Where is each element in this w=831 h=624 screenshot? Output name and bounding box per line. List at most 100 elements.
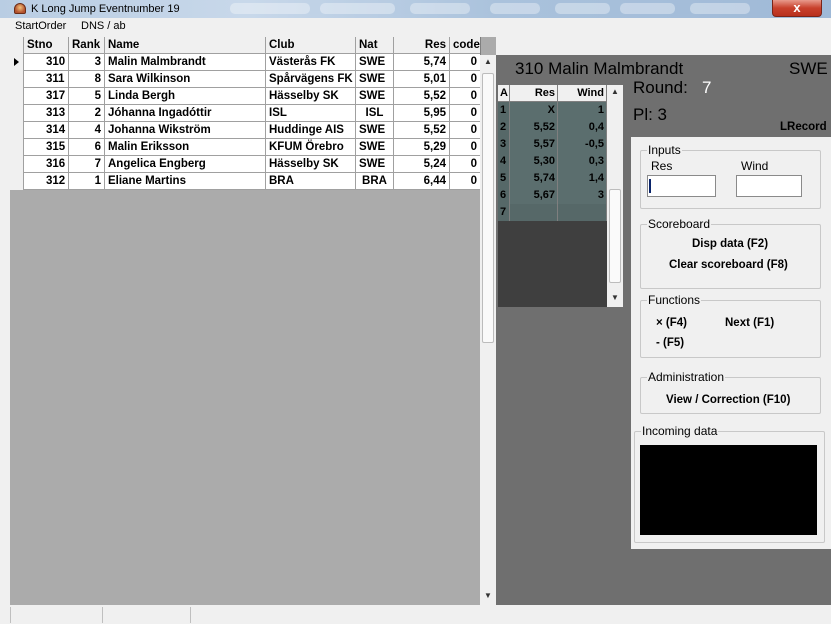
cell-club: BRA <box>266 173 356 190</box>
table-row[interactable]: 317 5 Linda Bergh Hässelby SK SWE 5,52 0 <box>10 88 481 105</box>
cell-name: Jóhanna Ingadóttir <box>105 105 266 122</box>
header-stno[interactable]: Stno <box>24 37 69 54</box>
attempt-wind: 1 <box>558 102 607 119</box>
header-name[interactable]: Name <box>105 37 266 54</box>
row-selector[interactable] <box>10 71 24 88</box>
menu-item-startorder[interactable]: StartOrder <box>15 20 66 32</box>
grid-header-row: Stno Rank Name Club Nat Res code <box>10 37 481 54</box>
cell-club: Västerås FK <box>266 54 356 71</box>
cell-code: 0 <box>450 71 481 88</box>
cell-nat: SWE <box>356 139 394 156</box>
scoreboard-group-label: Scoreboard <box>648 217 711 231</box>
scrollbar-thumb[interactable] <box>609 189 621 283</box>
status-bar <box>0 605 831 624</box>
cell-stno: 314 <box>24 122 69 139</box>
attempt-row[interactable]: 5 5,74 1,4 <box>498 170 607 187</box>
cell-res: 5,52 <box>394 122 450 139</box>
header-rank[interactable]: Rank <box>69 37 105 54</box>
attempt-row[interactable]: 1 X 1 <box>498 102 607 119</box>
close-button[interactable]: x <box>772 0 822 17</box>
cell-name: Johanna Wikström <box>105 122 266 139</box>
view-correction-button[interactable]: View / Correction (F10) <box>666 394 790 406</box>
cell-nat: SWE <box>356 71 394 88</box>
cell-code: 0 <box>450 173 481 190</box>
attempts-grid: A Res Wind 1 X 1 2 5,52 0,4 3 5,57 -0,5 … <box>498 85 623 307</box>
cell-code: 0 <box>450 156 481 173</box>
row-selector[interactable] <box>10 156 24 173</box>
row-selector[interactable] <box>10 122 24 139</box>
cell-nat: SWE <box>356 88 394 105</box>
cell-club: Spårvägens FK <box>266 71 356 88</box>
attempt-number: 1 <box>498 102 510 119</box>
title-blur-region <box>555 3 610 14</box>
next-button[interactable]: Next (F1) <box>725 317 774 329</box>
attempts-scrollbar[interactable]: ▲ ▼ <box>607 85 623 307</box>
cell-club: Hässelby SK <box>266 88 356 105</box>
attempt-row[interactable]: 4 5,30 0,3 <box>498 153 607 170</box>
attempt-row[interactable]: 6 5,67 3 <box>498 187 607 204</box>
scrollbar-thumb[interactable] <box>482 73 494 343</box>
close-icon: x <box>793 0 801 15</box>
attempt-wind: 1,4 <box>558 170 607 187</box>
attempt-number: 5 <box>498 170 510 187</box>
wind-input[interactable] <box>736 175 802 197</box>
place-label: Pl: 3 <box>633 105 668 124</box>
attempt-wind: 3 <box>558 187 607 204</box>
scroll-down-icon[interactable]: ▼ <box>607 293 623 302</box>
attempt-res: X <box>510 102 558 119</box>
table-row[interactable]: 311 8 Sara Wilkinson Spårvägens FK SWE 5… <box>10 71 481 88</box>
pass-button[interactable]: - (F5) <box>656 337 684 349</box>
res-input[interactable] <box>647 175 716 197</box>
attempt-row[interactable]: 2 5,52 0,4 <box>498 119 607 136</box>
table-row[interactable]: 310 3 Malin Malmbrandt Västerås FK SWE 5… <box>10 54 481 71</box>
header-code[interactable]: code <box>450 37 481 54</box>
row-selector[interactable] <box>10 139 24 156</box>
menu-bar: StartOrder DNS / ab <box>0 18 831 35</box>
grid-vertical-scrollbar-track[interactable]: ▲ ▼ <box>480 55 496 605</box>
header-res[interactable]: Res <box>394 37 450 54</box>
scroll-up-icon[interactable]: ▲ <box>607 87 623 96</box>
table-row[interactable]: 314 4 Johanna Wikström Huddinge AIS SWE … <box>10 122 481 139</box>
disp-data-button[interactable]: Disp data (F2) <box>692 238 768 250</box>
header-indicator-cell <box>10 37 24 54</box>
table-row[interactable]: 316 7 Angelica Engberg Hässelby SK SWE 5… <box>10 156 481 173</box>
header-nat[interactable]: Nat <box>356 37 394 54</box>
cell-res: 5,74 <box>394 54 450 71</box>
cell-res: 5,01 <box>394 71 450 88</box>
current-athlete-nat: SWE <box>789 59 828 78</box>
cell-name: Linda Bergh <box>105 88 266 105</box>
invalid-attempt-button[interactable]: × (F4) <box>656 317 687 329</box>
cell-nat: ISL <box>356 105 394 122</box>
attempt-row[interactable]: 3 5,57 -0,5 <box>498 136 607 153</box>
row-selector[interactable] <box>10 173 24 190</box>
table-row[interactable]: 313 2 Jóhanna Ingadóttir ISL ISL 5,95 0 <box>10 105 481 122</box>
row-selector[interactable] <box>10 105 24 122</box>
cell-code: 0 <box>450 88 481 105</box>
cell-stno: 316 <box>24 156 69 173</box>
menu-item-dns[interactable]: DNS / ab <box>81 20 126 32</box>
header-club[interactable]: Club <box>266 37 356 54</box>
scroll-down-icon[interactable]: ▼ <box>480 591 496 600</box>
controls-panel: Inputs Res Wind Scoreboard Disp data (F2… <box>631 137 831 549</box>
cell-rank: 2 <box>69 105 105 122</box>
row-selector[interactable] <box>10 88 24 105</box>
attempt-res: 5,52 <box>510 119 558 136</box>
table-row[interactable]: 315 6 Malin Eriksson KFUM Örebro SWE 5,2… <box>10 139 481 156</box>
cell-name: Angelica Engberg <box>105 156 266 173</box>
attempt-res <box>510 204 558 221</box>
incoming-data-display <box>640 445 817 535</box>
round-label: Round: <box>633 78 688 97</box>
cell-nat: SWE <box>356 122 394 139</box>
clear-scoreboard-button[interactable]: Clear scoreboard (F8) <box>669 259 788 271</box>
current-athlete-panel: 310 Malin Malmbrandt SWE Round: 7 Pl: 3 … <box>496 55 831 605</box>
title-blur-region <box>490 3 540 14</box>
row-selector[interactable] <box>10 54 24 71</box>
functions-group-label: Functions <box>648 293 701 307</box>
cell-rank: 7 <box>69 156 105 173</box>
cell-nat: SWE <box>356 54 394 71</box>
attempt-res: 5,30 <box>510 153 558 170</box>
cell-stno: 311 <box>24 71 69 88</box>
attempt-row[interactable]: 7 <box>498 204 607 221</box>
scroll-up-icon[interactable]: ▲ <box>480 57 496 66</box>
table-row[interactable]: 312 1 Eliane Martins BRA BRA 6,44 0 <box>10 173 481 190</box>
